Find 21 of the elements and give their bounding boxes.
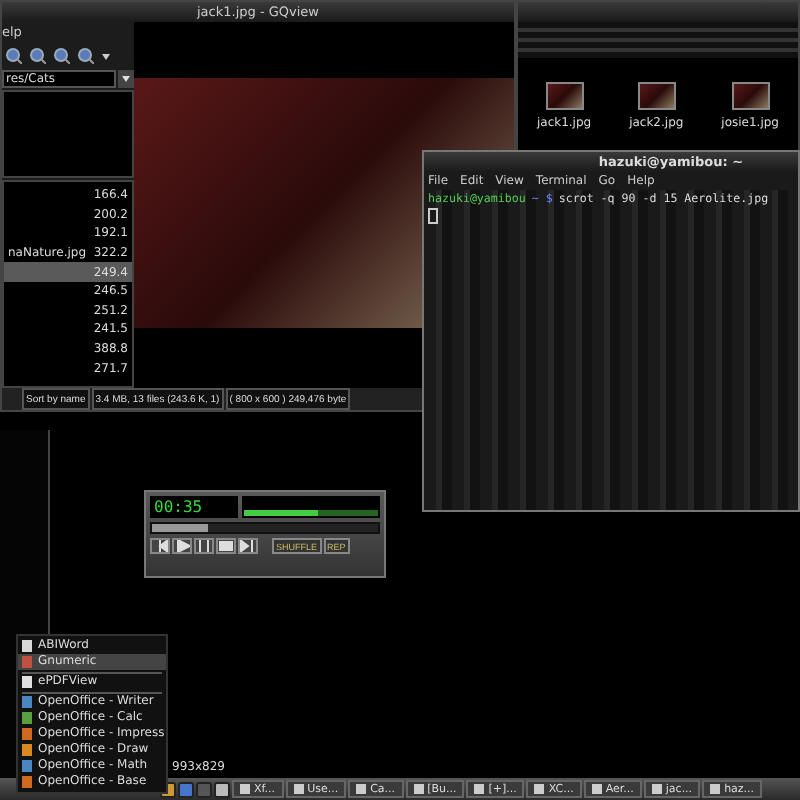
zoom-icon[interactable]: [54, 48, 70, 64]
thumbnail-photo[interactable]: [545, 82, 584, 110]
window-icon[interactable]: [534, 784, 545, 794]
volume-slider[interactable]: [244, 510, 378, 516]
window-icon[interactable]: [591, 784, 602, 794]
window-icon[interactable]: [474, 784, 485, 794]
thumbnail-photo[interactable]: [731, 82, 770, 110]
window-icon[interactable]: [651, 784, 662, 794]
window-icon[interactable]: [413, 784, 424, 794]
dropdown-arrow-icon[interactable]: [118, 70, 134, 88]
window-icon[interactable]: [293, 784, 304, 794]
window-icon[interactable]: [710, 784, 721, 794]
dropdown-arrow-icon[interactable]: [102, 53, 110, 59]
text-cursor: [428, 208, 438, 224]
zoom-icon[interactable]: [78, 48, 94, 64]
seek-bar[interactable]: [150, 522, 380, 534]
window-icon[interactable]: [356, 784, 367, 794]
time-display: 00:35: [150, 496, 238, 518]
zoom-icon[interactable]: [30, 48, 46, 64]
thumbnail-photo[interactable]: [637, 82, 676, 110]
zoom-icon[interactable]: [6, 48, 22, 64]
